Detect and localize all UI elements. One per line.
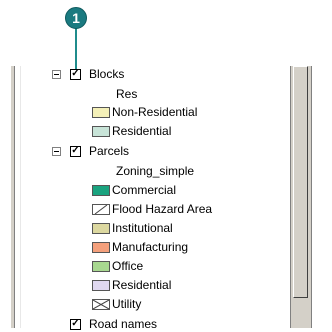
legend-swatch[interactable]	[92, 241, 110, 253]
layer-row-blocks[interactable]: ✓ Blocks	[52, 66, 124, 82]
legend-swatch[interactable]	[92, 279, 110, 291]
legend-class-item[interactable]: Utility	[92, 296, 141, 312]
panel-right-edge	[311, 66, 312, 328]
collapse-icon[interactable]	[52, 146, 61, 156]
layer-visibility-checkbox[interactable]: ✓	[70, 145, 81, 157]
legend-class-item[interactable]: Office	[92, 258, 143, 274]
legend-swatch[interactable]	[92, 184, 110, 196]
legend-class-label: Institutional	[112, 221, 173, 235]
layer-row-parcels[interactable]: ✓ Parcels	[52, 143, 129, 159]
layer-name[interactable]: Road names	[89, 317, 157, 331]
legend-class-label: Non-Residential	[112, 105, 198, 119]
legend-class-label: Residential	[112, 278, 172, 292]
legend-class-label: Commercial	[112, 183, 177, 197]
layer-name[interactable]: Blocks	[89, 67, 124, 81]
legend-class-label: Office	[112, 259, 144, 273]
layer-row-road-names[interactable]: ✓ Road names	[70, 316, 157, 332]
legend-class-item[interactable]: Residential	[92, 277, 171, 293]
legend-class-label: Residential	[112, 124, 172, 138]
legend-class-item[interactable]: Flood Hazard Area	[92, 201, 212, 217]
legend-class-label: Flood Hazard Area	[112, 202, 213, 216]
legend-class-item[interactable]: Institutional	[92, 220, 173, 236]
legend-class-item[interactable]: Commercial	[92, 182, 176, 198]
legend-field-heading: Res	[116, 86, 137, 102]
panel-right-margin	[311, 66, 332, 328]
collapse-icon[interactable]	[52, 69, 61, 79]
legend-swatch[interactable]	[92, 106, 110, 118]
legend-swatch[interactable]	[92, 125, 110, 137]
field-name-label: Zoning_simple	[116, 164, 195, 178]
legend-class-item[interactable]: Residential	[92, 123, 171, 139]
hatch-icon[interactable]	[92, 203, 110, 215]
panel-left-edge	[14, 66, 15, 328]
legend-class-label: Utility	[112, 297, 142, 311]
panel-tree-line	[20, 66, 21, 328]
legend-field-heading: Zoning_simple	[116, 163, 194, 179]
legend-swatch[interactable]	[92, 260, 110, 272]
cross-hatch-icon[interactable]	[92, 298, 110, 310]
scrollbar-thumb[interactable]	[293, 66, 308, 298]
step-callout-badge: 1	[65, 7, 87, 29]
legend-class-item[interactable]: Manufacturing	[92, 239, 188, 255]
layer-name[interactable]: Parcels	[89, 144, 129, 158]
legend-class-item[interactable]: Non-Residential	[92, 104, 197, 120]
field-name-label: Res	[116, 87, 138, 101]
legend-class-label: Manufacturing	[112, 240, 189, 254]
layer-visibility-checkbox[interactable]: ✓	[70, 68, 81, 80]
legend-swatch[interactable]	[92, 222, 110, 234]
